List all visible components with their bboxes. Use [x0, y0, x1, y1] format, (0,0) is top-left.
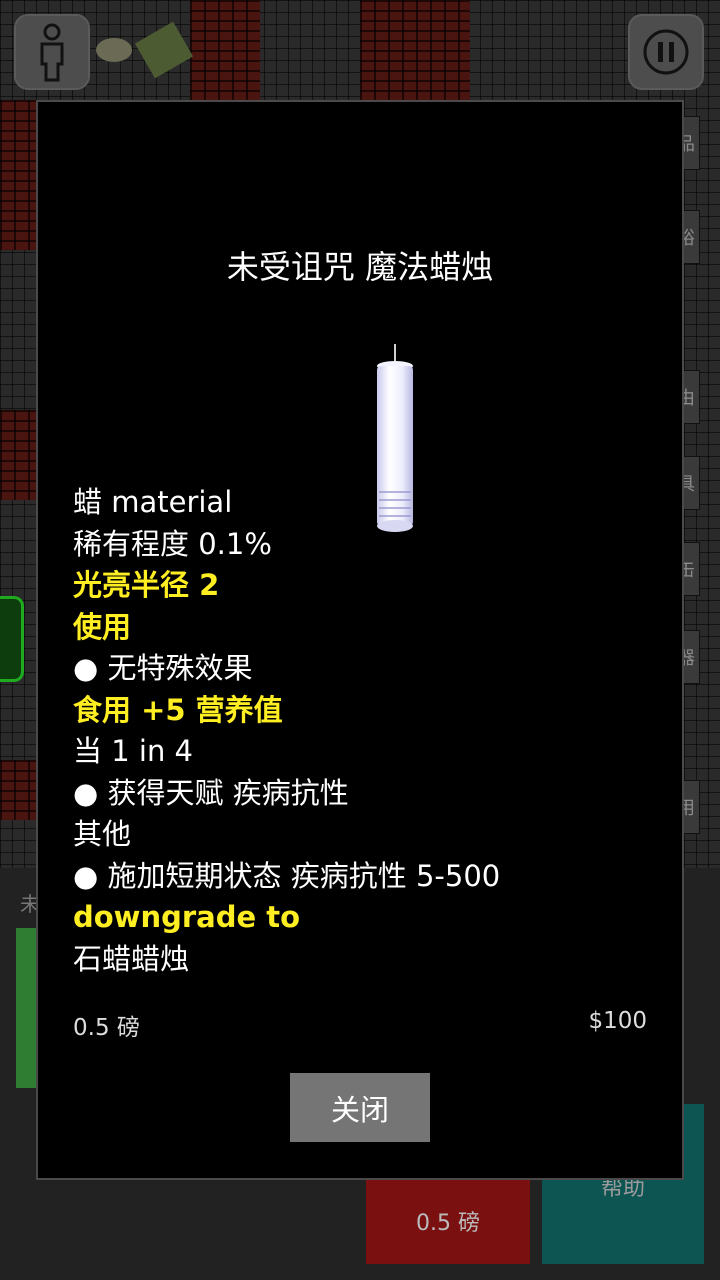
item-property: 食用 +5 营养值 [73, 692, 283, 727]
map-wall [0, 760, 36, 820]
hud-item-icon[interactable] [96, 38, 132, 62]
item-property: 当 1 in 4 [73, 734, 193, 768]
item-price: $100 [588, 1008, 647, 1034]
item-properties: 蜡 material 稀有程度 0.1% 光亮半径 2 使用 ● 无特殊效果 食… [73, 482, 653, 980]
item-property: 蜡 material [73, 485, 233, 519]
pause-button[interactable] [628, 14, 704, 90]
green-bar [16, 928, 38, 1088]
person-icon [40, 23, 64, 82]
item-weight: 0.5 磅 [73, 1015, 140, 1041]
item-property: ● 施加短期状态 疾病抗性 5-500 [73, 858, 501, 893]
item-property: 其他 [73, 817, 132, 851]
character-button[interactable] [14, 14, 90, 90]
weight-tile[interactable]: 0.5 磅 [366, 1178, 530, 1264]
pause-icon [643, 29, 689, 75]
close-button[interactable]: 关闭 [290, 1073, 430, 1142]
item-property: ● 获得天赋 疾病抗性 [73, 775, 349, 810]
item-property: 石蜡蜡烛 [73, 941, 190, 976]
item-property: 光亮半径 2 [73, 568, 220, 602]
item-property: 稀有程度 0.1% [73, 526, 272, 561]
green-panel-edge[interactable] [0, 596, 24, 682]
map-wall [0, 100, 36, 250]
item-property: ● 无特殊效果 [73, 651, 253, 685]
map-wall [0, 410, 36, 500]
item-property: downgrade to [73, 900, 301, 934]
item-title: 未受诅咒 魔法蜡烛 [226, 248, 494, 286]
item-property: 使用 [73, 609, 132, 644]
map-wall [190, 0, 260, 100]
map-wall [360, 0, 470, 100]
